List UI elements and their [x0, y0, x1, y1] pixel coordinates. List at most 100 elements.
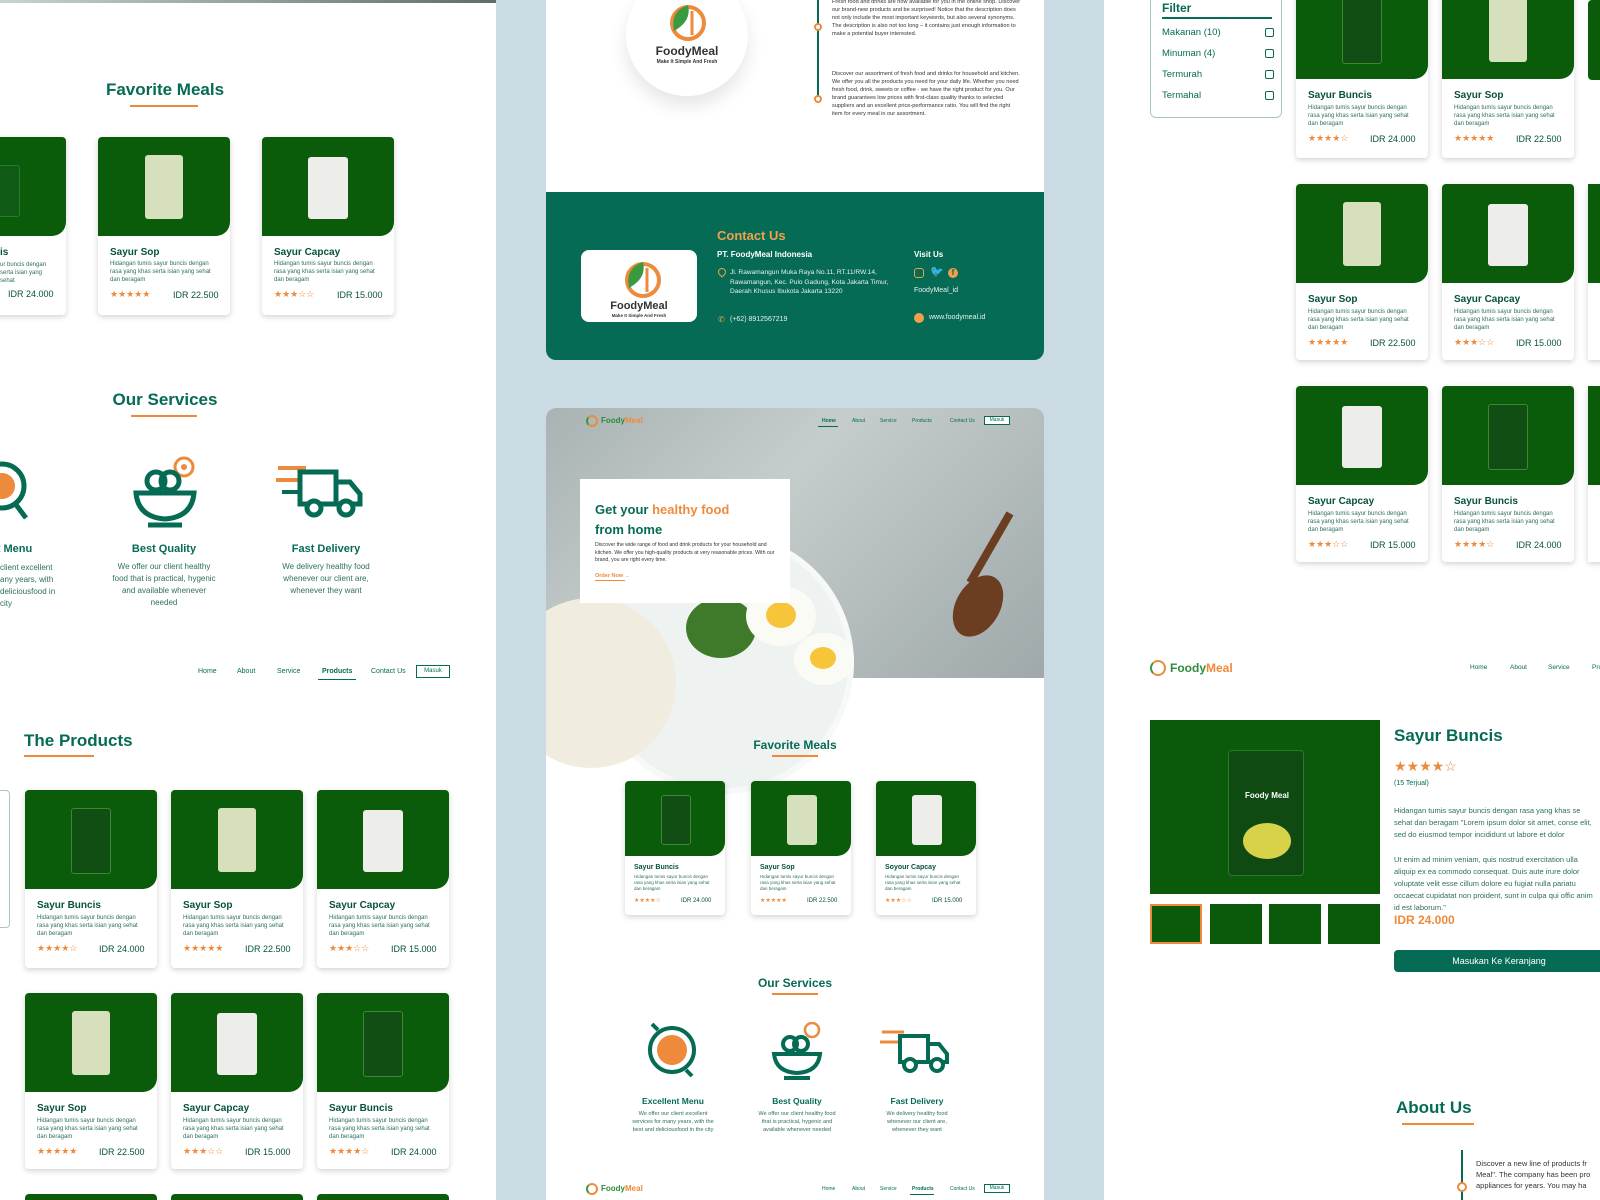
- meal-card[interactable]: Sayur Sop Hidangan tumis sayur buncis de…: [98, 137, 230, 315]
- thumbnail[interactable]: [1328, 904, 1380, 944]
- product-pack-icon: [1343, 202, 1381, 266]
- bowl-quality-icon: [133, 456, 197, 528]
- meal-card[interactable]: Sayur Buncis Hidangan tumis sayur buncis…: [625, 781, 725, 915]
- filter-checkbox[interactable]: [1265, 91, 1274, 100]
- product-image: [1442, 386, 1574, 485]
- brand-part-foody: Foody: [1170, 661, 1206, 675]
- nav-home[interactable]: Home: [1470, 664, 1487, 671]
- about-paragraph: Discover our assortment of fresh food an…: [832, 71, 1020, 117]
- website-link[interactable]: www.foodymeal.id: [929, 314, 985, 321]
- brand-logo-icon[interactable]: [586, 415, 598, 427]
- thumbnail[interactable]: [1269, 904, 1321, 944]
- login-button[interactable]: Masuk: [416, 665, 450, 678]
- nav-home[interactable]: Home: [198, 668, 217, 675]
- twitter-icon[interactable]: 🐦: [930, 266, 944, 278]
- cta-underline: [595, 580, 625, 581]
- nav-products[interactable]: Products: [322, 668, 352, 675]
- bowl-quality-icon: [771, 1022, 823, 1080]
- phone-number[interactable]: (+62) 8912567219: [730, 316, 787, 323]
- nav-service[interactable]: Service: [277, 668, 300, 675]
- brand-wordmark[interactable]: FoodyMeal: [601, 416, 643, 425]
- order-now-link[interactable]: Order Now →: [595, 573, 630, 579]
- product-name: Sayur Buncis: [1308, 90, 1372, 101]
- product-card[interactable]: Sayur Sop Hidangan tumis sayur buncis de…: [1442, 0, 1574, 158]
- thumbnail-selected[interactable]: [1150, 904, 1202, 944]
- product-card[interactable]: Sayur Sop Hidangan tumis sayur buncis de…: [25, 993, 157, 1169]
- nav-contact[interactable]: Contact Us: [371, 668, 406, 675]
- meal-card[interactable]: Soyour Capcay Hidangan tumis sayur bunci…: [876, 781, 976, 915]
- meal-card[interactable]: Sayur Capcay Hidangan tumis sayur buncis…: [262, 137, 394, 315]
- meal-image: [98, 137, 230, 236]
- filter-checkbox[interactable]: [1265, 70, 1274, 79]
- product-card[interactable]: Sayur Buncis Hidangan tumis sayur buncis…: [317, 993, 449, 1169]
- broccoli-image: [686, 598, 756, 658]
- nav-contact[interactable]: Contact Us: [950, 1186, 975, 1192]
- contact-title: Contact Us: [717, 228, 786, 243]
- filter-checkbox[interactable]: [1265, 49, 1274, 58]
- brand-wordmark[interactable]: FoodyMeal: [601, 1184, 643, 1193]
- product-image: [171, 993, 303, 1092]
- logo-tagline: Make It Simple And Fresh: [656, 59, 718, 65]
- rating-stars: ★★★★☆: [1454, 539, 1495, 549]
- middle-panel: FoodyMeal Make It Simple And Fresh Fresh…: [496, 0, 1104, 1200]
- nav-about[interactable]: About: [852, 418, 865, 424]
- product-card[interactable]: Sayur Buncis Hidangan tumis sayur buncis…: [1442, 386, 1574, 562]
- login-button[interactable]: Masuk: [984, 416, 1010, 425]
- product-card[interactable]: Sayur Sop Hidangan tumis sayur buncis de…: [1296, 184, 1428, 360]
- meal-price: IDR 24.000: [8, 289, 54, 299]
- nav-products[interactable]: Products: [1592, 664, 1600, 671]
- product-name: Sayur Capcay: [183, 1103, 250, 1114]
- meal-desc: Hidangan tumis sayur buncis dengan rasa …: [760, 874, 836, 891]
- brand-wordmark[interactable]: FoodyMeal: [1170, 661, 1233, 675]
- product-desc: Hidangan tumis sayur buncis dengan rasa …: [37, 1118, 138, 1140]
- brand-logo-icon[interactable]: [586, 1183, 598, 1195]
- product-card[interactable]: Sayur Capcay Hidangan tumis sayur buncis…: [171, 993, 303, 1169]
- add-to-cart-button[interactable]: Masukan Ke Keranjang: [1394, 950, 1600, 972]
- logo-name: FoodyMeal: [610, 300, 668, 312]
- meal-card[interactable]: is ur buncis dengan serta isian yang seh…: [0, 137, 66, 315]
- product-card[interactable]: Sayur Buncis Hidangan tumis sayur buncis…: [25, 790, 157, 968]
- about-paragraph: Discover a new line of products fr Meal"…: [1476, 1159, 1591, 1190]
- facebook-icon[interactable]: f: [948, 268, 958, 278]
- nav-about[interactable]: About: [1510, 664, 1527, 671]
- filter-checkbox[interactable]: [1265, 28, 1274, 37]
- meal-name: Sayur Capcay: [274, 247, 341, 258]
- nav-contact[interactable]: Contact Us: [950, 418, 975, 424]
- product-card[interactable]: Sayur Sop Hidangan tumis sayur buncis de…: [171, 790, 303, 968]
- nav-service[interactable]: Service: [1548, 664, 1570, 671]
- timeline-line: [1461, 1150, 1463, 1200]
- product-desc: Hidangan tumis sayur buncis dengan rasa …: [1308, 309, 1409, 331]
- brand-part-foody: Foody: [601, 416, 625, 425]
- service-name: Excellent Menu: [642, 1096, 704, 1106]
- social-handle[interactable]: FoodyMeal_id: [914, 287, 958, 294]
- delivery-truck-icon: [276, 466, 363, 518]
- product-card[interactable]: Sayur Buncis Hidangan tumis sayur buncis…: [1296, 0, 1428, 158]
- nav-home[interactable]: Home: [822, 418, 836, 424]
- meal-card[interactable]: Sayur Sop Hidangan tumis sayur buncis de…: [751, 781, 851, 915]
- thumbnail[interactable]: [1210, 904, 1262, 944]
- instagram-icon[interactable]: [914, 268, 924, 278]
- meal-image: [0, 137, 66, 236]
- right-panel: Filter Makanan (10) Minuman (4) Termurah…: [1104, 0, 1600, 1200]
- nav-home[interactable]: Home: [822, 1186, 835, 1192]
- about-paragraph: Fresh food and drinks are now available …: [832, 0, 1021, 37]
- filter-panel-edge: [0, 790, 10, 928]
- products-title: The Products: [24, 731, 133, 750]
- nav-about[interactable]: About: [237, 668, 255, 675]
- meal-image: [876, 781, 976, 856]
- nav-products[interactable]: Products: [912, 418, 932, 424]
- filter-option: Makanan (10): [1162, 27, 1221, 38]
- product-card[interactable]: Sayur Capcay Hidangan tumis sayur buncis…: [1296, 386, 1428, 562]
- product-price: IDR 24.000: [1516, 540, 1562, 550]
- services-title: Our Services: [757, 976, 833, 990]
- nav-service[interactable]: Service: [880, 418, 897, 424]
- product-card[interactable]: Sayur Capcay Hidangan tumis sayur buncis…: [1442, 184, 1574, 360]
- login-button[interactable]: Masuk: [984, 1184, 1010, 1193]
- brand-logo-icon[interactable]: [1150, 660, 1166, 676]
- nav-products[interactable]: Products: [912, 1186, 934, 1192]
- nav-service[interactable]: Service: [880, 1186, 897, 1192]
- product-card[interactable]: Sayur Capcay Hidangan tumis sayur buncis…: [317, 790, 449, 968]
- rating-stars: ★★★★★: [1308, 337, 1349, 347]
- nav-about[interactable]: About: [852, 1186, 865, 1192]
- meal-price: IDR 15.000: [337, 290, 383, 300]
